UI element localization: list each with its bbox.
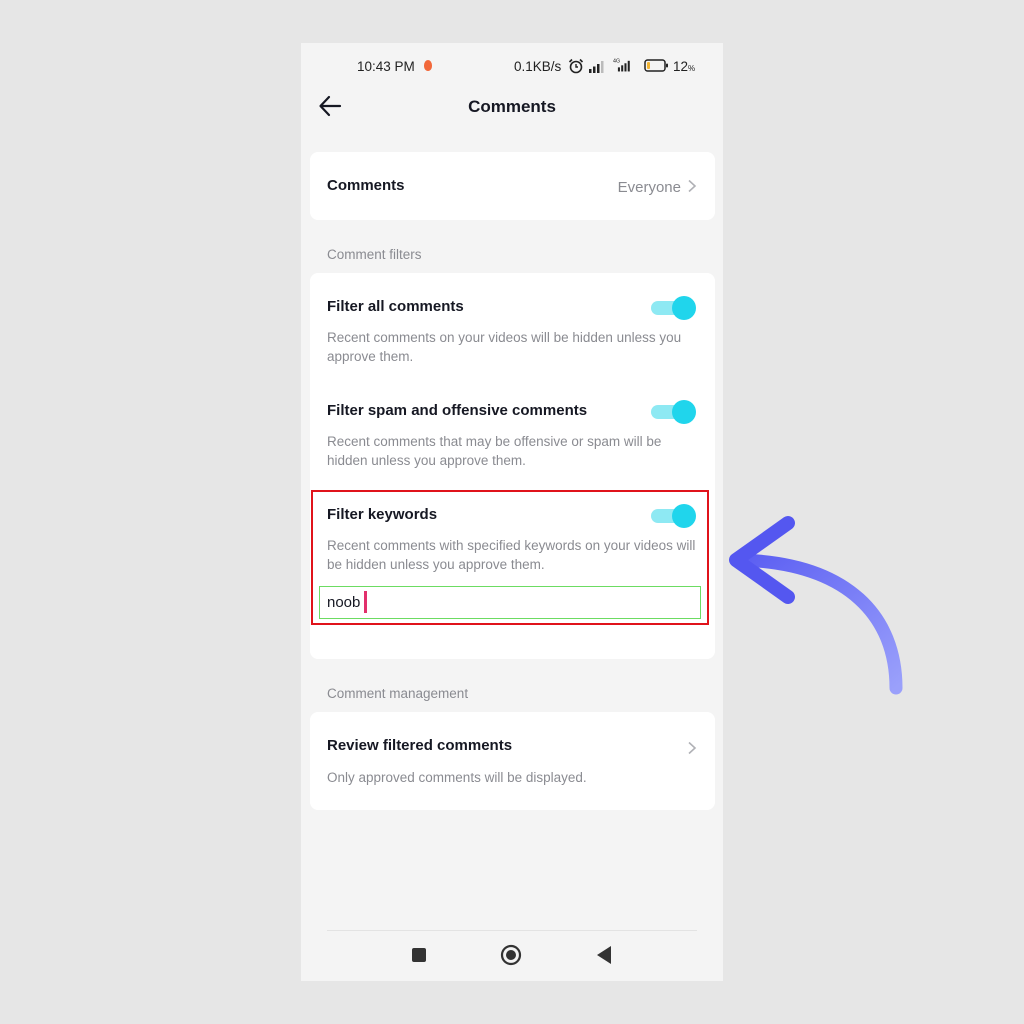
filter-keywords-description: Recent comments with specified keywords … (327, 538, 696, 572)
filter-all-title: Filter all comments (327, 298, 464, 315)
network-type-label: 4G (613, 58, 620, 64)
toggle-knob (672, 504, 696, 528)
chevron-right-icon (688, 741, 697, 755)
filter-spam-toggle[interactable] (651, 399, 697, 425)
flame-notification-icon (424, 60, 432, 71)
toggle-knob (672, 400, 696, 424)
filter-spam-description: Recent comments that may be offensive or… (327, 434, 662, 468)
home-circle-icon[interactable] (500, 944, 522, 966)
phone-screen: 10:43 PM 0.1KB/s 4G 12% Comments Comment… (301, 43, 723, 981)
alarm-icon (568, 58, 584, 74)
status-bar: 10:43 PM 0.1KB/s 4G 12% (301, 43, 723, 89)
battery-percent: 12% (673, 59, 696, 74)
filter-spam-title: Filter spam and offensive comments (327, 402, 588, 419)
signal-icon (589, 61, 604, 73)
section-label-comment-filters: Comment filters (327, 247, 422, 262)
signal-4g-icon: 4G (613, 58, 630, 72)
review-filtered-description: Only approved comments will be displayed… (327, 770, 587, 785)
comments-visibility-label: Comments (327, 177, 405, 194)
filter-all-toggle[interactable] (651, 295, 697, 321)
review-filtered-title: Review filtered comments (327, 737, 513, 754)
recents-square-icon[interactable] (412, 948, 426, 962)
top-bar: Comments (301, 89, 723, 129)
keyword-input-value: noob (327, 594, 361, 611)
battery-icon (644, 59, 668, 72)
filter-keywords-toggle[interactable] (651, 503, 697, 529)
filter-all-description: Recent comments on your videos will be h… (327, 330, 682, 364)
filter-keywords-title: Filter keywords (327, 506, 438, 523)
annotation-arrow-icon (729, 516, 903, 695)
comments-visibility-value: Everyone (617, 179, 681, 196)
divider (327, 930, 697, 931)
back-triangle-icon[interactable] (596, 945, 612, 965)
chevron-right-icon (688, 179, 697, 193)
text-cursor (364, 591, 367, 613)
section-label-comment-management: Comment management (327, 686, 469, 701)
page-title: Comments (468, 97, 556, 116)
status-net-speed: 0.1KB/s (514, 59, 562, 74)
keyword-input[interactable]: noob (319, 586, 701, 619)
system-nav-bar (301, 930, 723, 981)
status-time: 10:43 PM (357, 59, 415, 74)
toggle-knob (672, 296, 696, 320)
comments-visibility-row[interactable]: Comments Everyone (310, 152, 715, 220)
review-filtered-comments-row[interactable]: Review filtered comments Only approved c… (310, 712, 715, 810)
